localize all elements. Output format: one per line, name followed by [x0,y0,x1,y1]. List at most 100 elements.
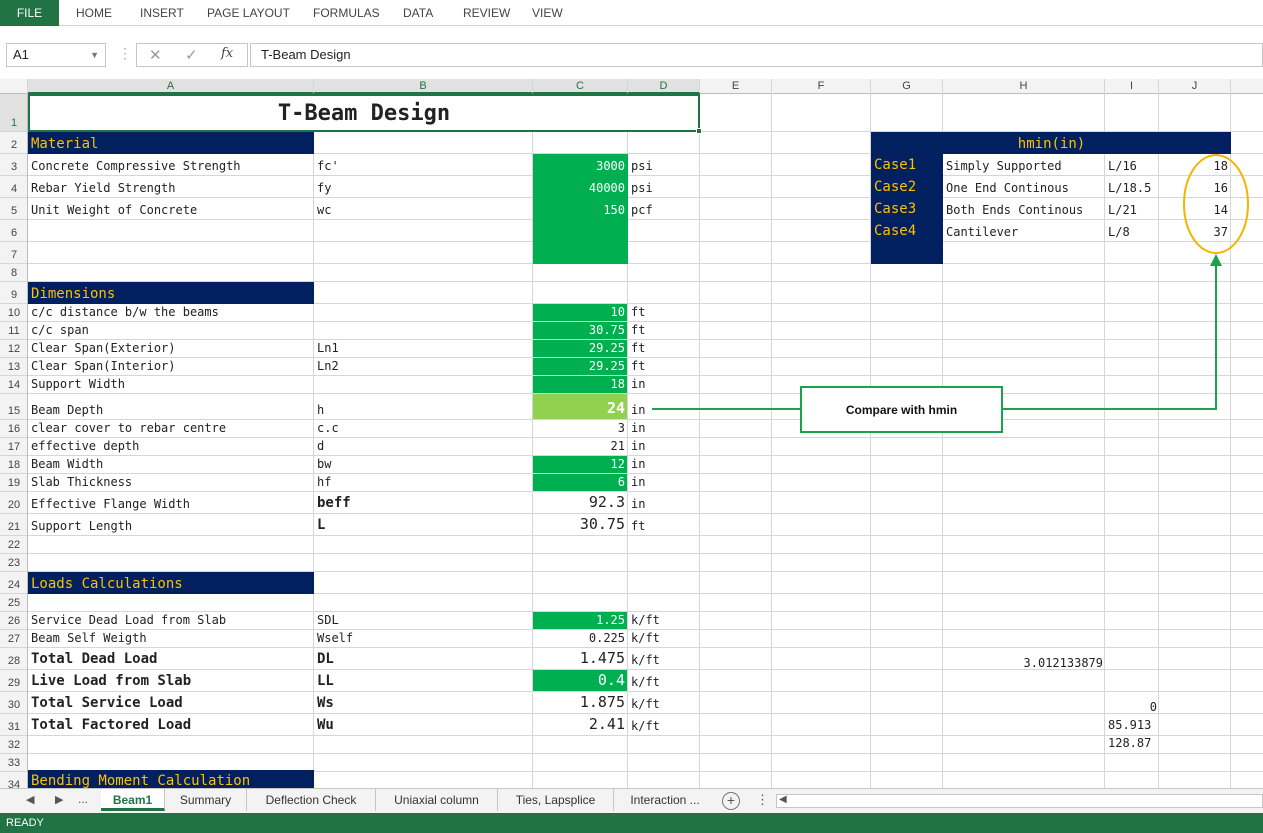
load-value[interactable]: 0.225 [533,630,627,647]
dimension-unit[interactable]: ft [628,322,699,339]
row-header-17[interactable]: 17 [0,438,27,456]
scroll-left-icon[interactable]: ◀ [779,794,787,805]
dimension-unit[interactable]: ft [628,340,699,357]
tab-page-layout[interactable]: PAGE LAYOUT [207,0,290,26]
dimension-value[interactable]: 12 [533,456,627,473]
hmin-case[interactable]: Case4 [871,220,942,241]
material-value[interactable]: 150 [533,198,627,219]
dimension-value[interactable]: 24 [533,394,627,419]
load-label[interactable]: Live Load from Slab [28,670,313,691]
sheet-tab-beam1[interactable]: Beam1 [101,789,165,811]
row-header-31[interactable]: 31 [0,714,27,736]
select-all-corner[interactable] [0,79,28,94]
column-header-b[interactable]: B [314,79,533,94]
horizontal-scrollbar[interactable]: ◀ [776,794,1263,808]
dimension-symbol[interactable]: bw [314,456,532,473]
row-header-21[interactable]: 21 [0,514,27,536]
column-header-f[interactable]: F [772,79,871,94]
tab-file[interactable]: FILE [0,0,59,26]
column-header-d[interactable]: D [628,79,700,94]
row-header-6[interactable]: 6 [0,220,27,242]
dimension-label[interactable]: clear cover to rebar centre [28,420,313,437]
load-unit[interactable]: k/ft [628,670,699,691]
row-header-15[interactable]: 15 [0,394,27,420]
dimension-unit[interactable]: in [628,394,699,419]
dimension-label[interactable]: c/c span [28,322,313,339]
hmin-value[interactable]: 16 [1159,176,1230,197]
load-label[interactable]: Service Dead Load from Slab [28,612,313,629]
dimension-value[interactable]: 18 [533,376,627,393]
row-header-5[interactable]: 5 [0,198,27,220]
dimension-symbol[interactable]: Ln1 [314,340,532,357]
load-value[interactable]: 1.25 [533,612,627,629]
drag-handle-icon[interactable]: ⋮ [118,45,132,62]
material-value[interactable]: 3000 [533,154,627,175]
dimension-symbol[interactable] [314,304,532,321]
load-value[interactable]: 0.4 [533,670,627,691]
dimension-unit[interactable]: in [628,456,699,473]
load-unit[interactable]: k/ft [628,714,699,735]
hmin-ratio[interactable]: L/16 [1105,154,1158,175]
fill-handle[interactable] [696,128,702,134]
dimension-symbol[interactable] [314,376,532,393]
row-header-13[interactable]: 13 [0,358,27,376]
hmin-value[interactable]: 18 [1159,154,1230,175]
hmin-support[interactable]: Cantilever [943,220,1104,241]
sheet-grid[interactable]: T-Beam Design Material Dimensions Loads … [28,94,1263,788]
dimension-label[interactable]: effective depth [28,438,313,455]
column-header-g[interactable]: G [871,79,943,94]
dimension-symbol[interactable] [314,322,532,339]
column-header-c[interactable]: C [533,79,628,94]
cancel-icon[interactable]: ✕ [149,46,162,64]
dimension-unit[interactable]: in [628,474,699,491]
load-unit[interactable]: k/ft [628,612,699,629]
dimension-value[interactable]: 29.25 [533,340,627,357]
dimension-label[interactable]: Slab Thickness [28,474,313,491]
splitter-handle-icon[interactable]: ⋮ [756,792,769,808]
dimension-value[interactable]: 21 [533,438,627,455]
dimension-label[interactable]: Beam Depth [28,394,313,419]
dimension-label[interactable]: Support Width [28,376,313,393]
row-header-26[interactable]: 26 [0,612,27,630]
sheet-tab-ties-lapsplice[interactable]: Ties, Lapsplice [498,789,614,811]
dimension-symbol[interactable]: d [314,438,532,455]
column-header-e[interactable]: E [700,79,772,94]
row-header-23[interactable]: 23 [0,554,27,572]
row-header-8[interactable]: 8 [0,264,27,282]
sheet-tab-summary[interactable]: Summary [165,789,247,811]
load-symbol[interactable]: Ws [314,692,532,713]
load-symbol[interactable]: Wself [314,630,532,647]
hmin-case[interactable]: Case2 [871,176,942,197]
load-label[interactable]: Total Factored Load [28,714,313,735]
row-header-22[interactable]: 22 [0,536,27,554]
hmin-support[interactable]: Simply Supported [943,154,1104,175]
row-header-30[interactable]: 30 [0,692,27,714]
dimension-unit[interactable]: ft [628,358,699,375]
hmin-ratio[interactable]: L/18.5 [1105,176,1158,197]
material-label[interactable]: Rebar Yield Strength [28,176,313,197]
load-unit[interactable]: k/ft [628,630,699,647]
row-header-20[interactable]: 20 [0,492,27,514]
dimension-unit[interactable]: in [628,420,699,437]
column-header-h[interactable]: H [943,79,1105,94]
name-box[interactable]: A1 ▼ [6,43,106,67]
hmin-support[interactable]: One End Continous [943,176,1104,197]
load-value[interactable]: 2.41 [533,714,627,735]
hmin-case[interactable]: Case1 [871,154,942,175]
cell-i32[interactable]: 128.87 [1105,734,1159,752]
dimension-label[interactable]: Effective Flange Width [28,492,313,513]
hmin-support[interactable]: Both Ends Continous [943,198,1104,219]
dimension-unit[interactable]: in [628,438,699,455]
row-header-16[interactable]: 16 [0,420,27,438]
load-value[interactable]: 1.875 [533,692,627,713]
row-header-4[interactable]: 4 [0,176,27,198]
cell-i30[interactable]: 0 [1105,694,1159,716]
row-header-24[interactable]: 24 [0,572,27,594]
load-symbol[interactable]: SDL [314,612,532,629]
hmin-case[interactable]: Case3 [871,198,942,219]
material-symbol[interactable]: fc' [314,154,532,175]
dimension-value[interactable]: 92.3 [533,492,627,513]
tab-review[interactable]: REVIEW [463,0,510,26]
dimension-label[interactable]: Support Length [28,514,313,535]
hmin-value[interactable]: 14 [1159,198,1230,219]
